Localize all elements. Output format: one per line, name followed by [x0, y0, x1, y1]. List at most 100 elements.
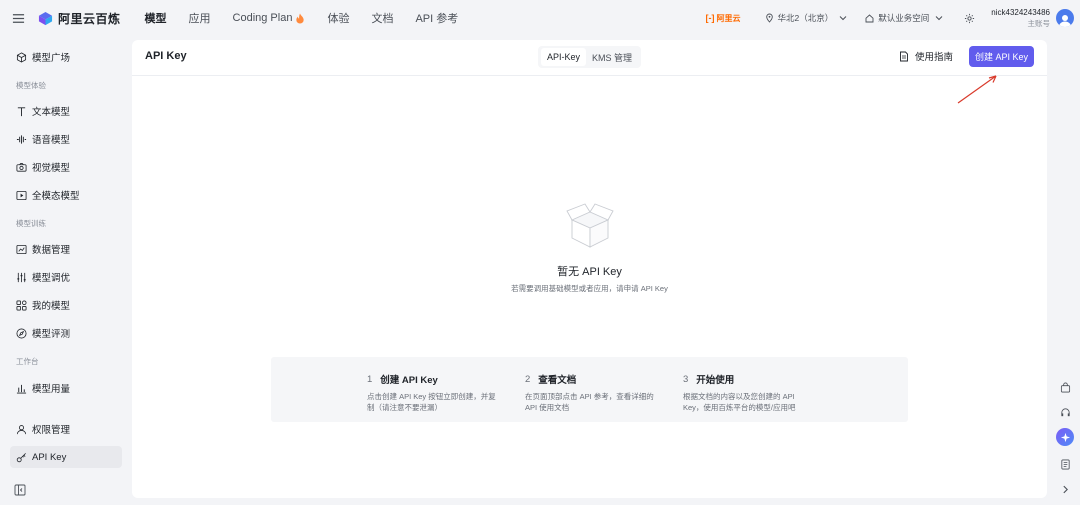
bag-icon[interactable]: [1058, 380, 1072, 394]
nav-coding-plan[interactable]: Coding Plan: [233, 12, 306, 24]
chevron-down-icon: [839, 16, 847, 21]
play-icon: [16, 190, 27, 200]
sidebar-item-label: 模型用量: [32, 384, 71, 395]
home-icon: [865, 13, 874, 22]
bar-chart-icon: [16, 384, 27, 394]
sidebar-item-omni-model[interactable]: 全模态模型: [10, 184, 122, 206]
region-label: 华北2（北京）: [777, 13, 834, 23]
step-title: 创建 API Key: [380, 375, 438, 386]
empty-state-title: 暂无 API Key: [557, 266, 622, 278]
brand-logo[interactable]: 阿里云百炼: [38, 10, 121, 27]
headset-icon[interactable]: [1058, 405, 1072, 419]
sidebar-item-vision-model[interactable]: 视觉模型: [10, 156, 122, 178]
sidebar-item-label: 模型调优: [32, 273, 71, 284]
camera-icon: [16, 162, 27, 172]
avatar[interactable]: [1056, 9, 1074, 27]
sidebar: 模型广场 模型体验 文本模型 语音模型 视觉模型 全模态模型 模型训练 数据管理…: [0, 40, 132, 505]
step-title: 查看文档: [538, 375, 577, 386]
step-item: 2 查看文档 在页面顶部点击 API 参考，查看详细的 API 使用文档: [525, 372, 655, 413]
aliyun-logo[interactable]: [-] 阿里云: [706, 13, 741, 24]
tab-api-key[interactable]: API-Key: [541, 48, 587, 66]
empty-box-icon: [566, 203, 614, 248]
brand-name: 阿里云百炼: [58, 11, 121, 26]
settings-button[interactable]: [961, 10, 977, 26]
sidebar-group-workbench: 工作台: [16, 357, 39, 366]
main-nav: 模型 应用 Coding Plan 体验 文档 API 参考: [145, 0, 481, 36]
create-api-key-button[interactable]: 创建 API Key: [969, 46, 1034, 67]
sidebar-item-label: 我的模型: [32, 301, 71, 312]
grid-icon: [16, 300, 27, 310]
bailian-logo-icon: [38, 11, 53, 25]
step-number: 3: [683, 373, 689, 385]
nav-experience[interactable]: 体验: [327, 10, 349, 26]
tab-switcher: API-Key KMS 管理: [538, 46, 642, 68]
chart-icon: [16, 244, 27, 254]
workspace-selector[interactable]: 默认业务空间: [865, 12, 947, 24]
sidebar-item-api-key[interactable]: API Key: [10, 446, 122, 468]
user-role: 主账号: [1027, 19, 1051, 28]
nav-api-reference[interactable]: API 参考: [415, 10, 458, 26]
top-bar: 阿里云百炼 模型 应用 Coding Plan 体验 文档 API 参考 [-]…: [0, 0, 1080, 36]
sidebar-item-model-square[interactable]: 模型广场: [10, 46, 122, 68]
nav-model[interactable]: 模型: [145, 10, 167, 26]
location-icon: [765, 13, 773, 23]
sidebar-item-model-eval[interactable]: 模型评测: [10, 322, 122, 344]
document-list-icon[interactable]: [1058, 457, 1072, 471]
aliyun-bracket-icon: [-]: [705, 13, 715, 23]
sidebar-item-label: 全模态模型: [32, 191, 80, 202]
workspace-label: 默认业务空间: [878, 13, 930, 23]
key-icon: [16, 452, 26, 462]
step-item: 3 开始使用 根据文档的内容以及您创建的 API Key，使用百炼平台的模型/应…: [683, 372, 813, 413]
empty-state-subtitle: 若需要调用基础模型或者应用，请申请 API Key: [511, 284, 668, 293]
sidebar-item-label: 数据管理: [32, 245, 71, 256]
usage-guide-button[interactable]: 使用指南: [899, 49, 953, 63]
chevron-down-icon: [935, 16, 943, 21]
nav-docs[interactable]: 文档: [371, 10, 393, 26]
sidebar-group-training: 模型训练: [16, 219, 46, 228]
menu-icon[interactable]: [0, 0, 36, 36]
aliyun-label: 阿里云: [716, 13, 741, 23]
sidebar-item-my-models[interactable]: 我的模型: [10, 294, 122, 316]
main-header: API Key API-Key KMS 管理 使用指南 创建 API Key: [132, 40, 1047, 76]
step-number: 2: [525, 373, 531, 385]
gear-icon: [964, 13, 974, 23]
sidebar-item-text-model[interactable]: 文本模型: [10, 100, 122, 122]
user-info[interactable]: nick4324243486 主账号: [991, 7, 1050, 29]
step-description: 在页面顶部点击 API 参考，查看详细的 API 使用文档: [525, 392, 654, 412]
sidebar-item-model-tuning[interactable]: 模型调优: [10, 266, 122, 288]
nav-coding-plan-label: Coding Plan: [232, 12, 293, 24]
annotation-arrow-icon: [957, 75, 997, 104]
ai-assistant-icon[interactable]: [1056, 428, 1074, 446]
sidebar-item-data-management[interactable]: 数据管理: [10, 238, 122, 260]
document-icon: [900, 51, 908, 61]
usage-guide-label: 使用指南: [915, 52, 954, 63]
step-item: 1 创建 API Key 点击创建 API Key 按钮立即创建，并复制（请注意…: [367, 372, 497, 413]
user-icon: [16, 424, 27, 434]
sidebar-item-permissions[interactable]: 权限管理: [10, 418, 122, 440]
cube-icon: [16, 51, 27, 63]
nav-app[interactable]: 应用: [189, 10, 211, 26]
sidebar-item-label: API Key: [32, 451, 67, 463]
user-name: nick4324243486: [991, 8, 1050, 17]
text-icon: [17, 106, 26, 116]
flame-icon: [296, 12, 305, 24]
sidebar-item-audio-model[interactable]: 语音模型: [10, 128, 122, 150]
sidebar-item-label: 模型评测: [32, 329, 71, 340]
sidebar-group-experience: 模型体验: [16, 81, 46, 90]
tab-kms[interactable]: KMS 管理: [586, 47, 638, 68]
sidebar-item-model-usage[interactable]: 模型用量: [10, 377, 122, 399]
user-avatar-icon: [1059, 15, 1071, 27]
sidebar-item-label: 模型广场: [32, 53, 71, 64]
region-selector[interactable]: 华北2（北京）: [765, 12, 852, 24]
step-description: 点击创建 API Key 按钮立即创建，并复制（请注意不要泄漏）: [367, 392, 496, 412]
main-panel: API Key API-Key KMS 管理 使用指南 创建 API Key 暂…: [132, 40, 1047, 498]
sidebar-item-label: 语音模型: [32, 135, 71, 146]
page-title: API Key: [145, 50, 187, 62]
chevron-right-icon[interactable]: [1058, 482, 1072, 496]
collapse-sidebar-icon[interactable]: [14, 484, 26, 496]
sidebar-item-label: 视觉模型: [32, 163, 71, 174]
step-description: 根据文档的内容以及您创建的 API Key，使用百炼平台的模型/应用吧: [683, 392, 796, 412]
sliders-icon: [17, 272, 26, 282]
step-number: 1: [367, 373, 373, 385]
step-title: 开始使用: [696, 375, 735, 386]
